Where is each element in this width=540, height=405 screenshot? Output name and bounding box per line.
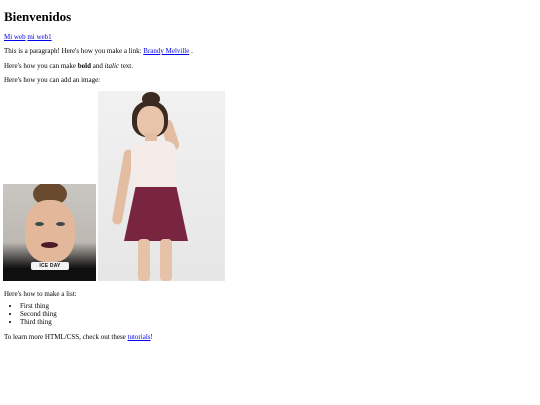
paragraph-formatting-prefix: Here's how you can make <box>4 62 78 70</box>
bullet-list: First thing Second thing Third thing <box>0 302 57 327</box>
paragraph-link: This is a paragraph! Here's how you make… <box>4 47 193 56</box>
paragraph-image: Here's how you can add an image: <box>4 76 101 84</box>
paragraph-list: Here's how to make a list: <box>4 290 77 298</box>
link-mi-web1[interactable]: mi web1 <box>27 33 51 41</box>
paragraph-formatting-suffix: text. <box>119 62 133 70</box>
paragraph-tutorials-prefix: To learn more HTML/CSS, check out these <box>4 333 128 341</box>
model-burgundy-skirt <box>124 187 188 241</box>
link-brandy-melville[interactable]: Brandy Melville <box>143 47 189 55</box>
nav-links: Mi web mi web1 <box>4 33 52 42</box>
paragraph-tutorials-suffix: ! <box>150 333 153 341</box>
portrait-face <box>25 200 75 262</box>
model-hair-bun <box>142 92 160 106</box>
paragraph-tutorials: To learn more HTML/CSS, check out these … <box>4 333 153 342</box>
portrait-photo: ICE DAY <box>3 184 96 281</box>
portrait-eye-right <box>56 222 65 226</box>
paragraph-formatting-middle: and <box>91 62 105 70</box>
paragraph-link-suffix: . <box>189 47 193 55</box>
paragraph-link-prefix: This is a paragraph! Here's how you make… <box>4 47 144 55</box>
link-tutorials[interactable]: tutorials <box>128 333 151 341</box>
page-title: Bienvenidos <box>4 9 72 24</box>
italic-text: italic <box>104 62 119 70</box>
list-item: Third thing <box>20 318 57 327</box>
portrait-eye-left <box>35 222 44 226</box>
full-body-photo <box>98 91 225 281</box>
portrait-lips <box>41 242 58 248</box>
model-left-leg <box>138 239 150 281</box>
model-right-leg <box>160 239 172 281</box>
link-mi-web[interactable]: Mi web <box>4 33 26 41</box>
image-row: ICE DAY <box>3 91 225 281</box>
paragraph-formatting: Here's how you can make bold and italic … <box>4 62 133 71</box>
model-white-top <box>131 141 176 189</box>
bold-text: bold <box>77 62 91 70</box>
portrait-collar: ICE DAY <box>31 262 69 270</box>
